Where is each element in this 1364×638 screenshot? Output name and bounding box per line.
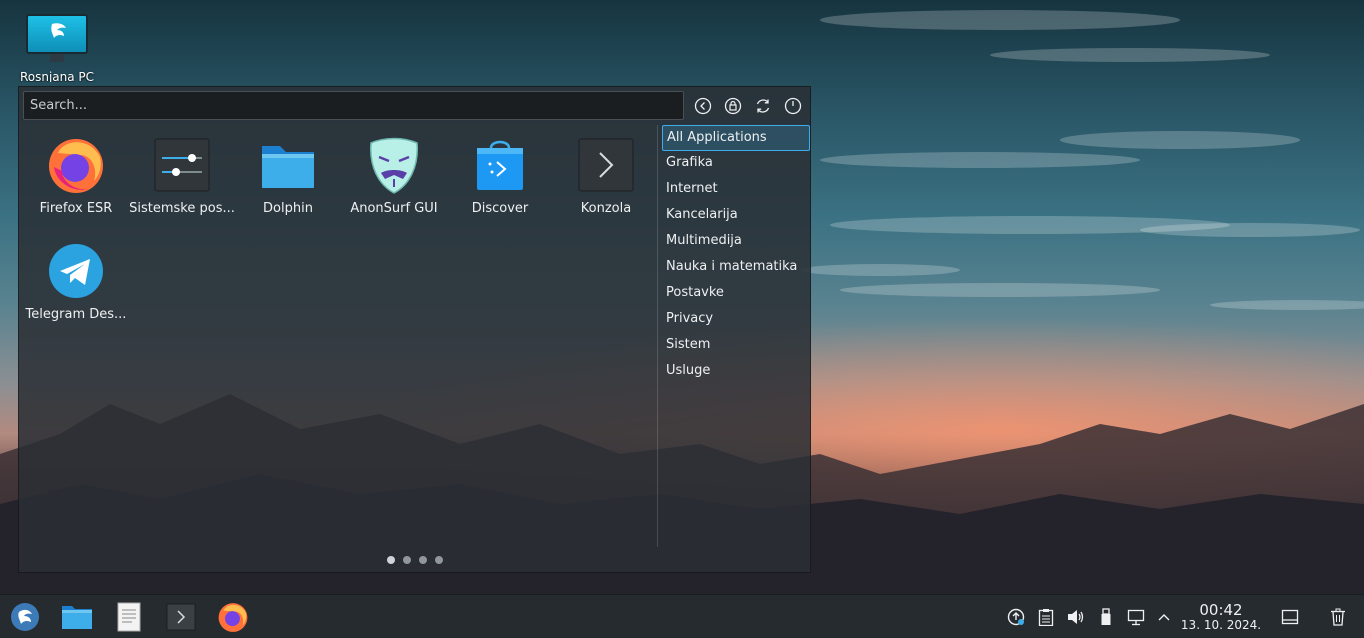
category-usluge[interactable]: Usluge xyxy=(662,359,810,385)
folder-icon[interactable] xyxy=(60,600,94,634)
category-nauka-i-matematika[interactable]: Nauka i matematika xyxy=(662,255,810,281)
expand-arrow-icon[interactable] xyxy=(1154,607,1174,627)
usb-icon[interactable] xyxy=(1096,607,1116,627)
folder-icon xyxy=(258,135,318,195)
desktop-icon-label: Rosnjana PC xyxy=(19,70,95,82)
page-dot-1[interactable] xyxy=(387,556,395,564)
category-privacy[interactable]: Privacy xyxy=(662,307,810,333)
application-launcher: Firefox ESR Sistemske pos... xyxy=(18,86,811,573)
discover-bag-icon xyxy=(470,135,530,195)
app-telegram[interactable]: Telegram Des... xyxy=(23,237,129,337)
app-launcher-icon[interactable] xyxy=(8,600,42,634)
category-all-applications[interactable]: All Applications xyxy=(662,125,810,151)
trash-icon[interactable] xyxy=(1328,607,1348,627)
category-kancelarija[interactable]: Kancelarija xyxy=(662,203,810,229)
category-postavke[interactable]: Postavke xyxy=(662,281,810,307)
app-discover[interactable]: Discover xyxy=(447,131,553,231)
app-name: AnonSurf GUI xyxy=(350,201,438,216)
search-input[interactable] xyxy=(23,91,684,120)
monitor-icon xyxy=(26,14,88,54)
firefox-icon[interactable] xyxy=(216,600,250,634)
app-name: Telegram Des... xyxy=(25,307,127,322)
taskbar: 00:42 13. 10. 2024. xyxy=(0,594,1364,638)
app-name: Dolphin xyxy=(263,201,313,216)
refresh-icon[interactable] xyxy=(752,95,774,117)
page-dot-2[interactable] xyxy=(403,556,411,564)
category-multimedija[interactable]: Multimedija xyxy=(662,229,810,255)
app-system-settings[interactable]: Sistemske pos... xyxy=(129,131,235,231)
app-anonsurf[interactable]: AnonSurf GUI xyxy=(341,131,447,231)
app-konsole[interactable]: Konzola xyxy=(553,131,659,231)
category-list: All Applications Grafika Internet Kancel… xyxy=(662,125,810,385)
category-divider xyxy=(657,125,658,547)
clock-date: 13. 10. 2024. xyxy=(1180,618,1262,632)
launcher-actions xyxy=(692,95,804,117)
network-icon[interactable] xyxy=(1126,607,1146,627)
app-name: Konzola xyxy=(580,201,632,216)
category-grafika[interactable]: Grafika xyxy=(662,151,810,177)
page-dot-3[interactable] xyxy=(419,556,427,564)
app-dolphin[interactable]: Dolphin xyxy=(235,131,341,231)
page-dot-4[interactable] xyxy=(435,556,443,564)
clock-time: 00:42 xyxy=(1199,601,1243,619)
app-name: Discover xyxy=(471,201,529,216)
category-internet[interactable]: Internet xyxy=(662,177,810,203)
system-settings-icon xyxy=(152,135,212,195)
app-name: Sistemske pos... xyxy=(129,201,235,216)
firefox-icon xyxy=(46,135,106,195)
desktop-computer-icon[interactable]: Rosnjana PC xyxy=(14,14,100,82)
volume-icon[interactable] xyxy=(1066,607,1086,627)
show-desktop-icon[interactable] xyxy=(1280,607,1300,627)
text-editor-icon[interactable] xyxy=(112,600,146,634)
category-sistem[interactable]: Sistem xyxy=(662,333,810,359)
lock-icon[interactable] xyxy=(722,95,744,117)
power-icon[interactable] xyxy=(782,95,804,117)
clock[interactable]: 00:42 13. 10. 2024. xyxy=(1176,602,1266,632)
anonsurf-mask-icon xyxy=(364,135,424,195)
page-indicator xyxy=(387,556,443,564)
terminal-icon[interactable] xyxy=(164,600,198,634)
update-icon[interactable] xyxy=(1006,607,1026,627)
back-icon[interactable] xyxy=(692,95,714,117)
terminal-icon xyxy=(576,135,636,195)
app-name: Firefox ESR xyxy=(39,201,113,216)
clipboard-icon[interactable] xyxy=(1036,607,1056,627)
app-firefox[interactable]: Firefox ESR xyxy=(23,131,129,231)
telegram-icon xyxy=(46,241,106,301)
